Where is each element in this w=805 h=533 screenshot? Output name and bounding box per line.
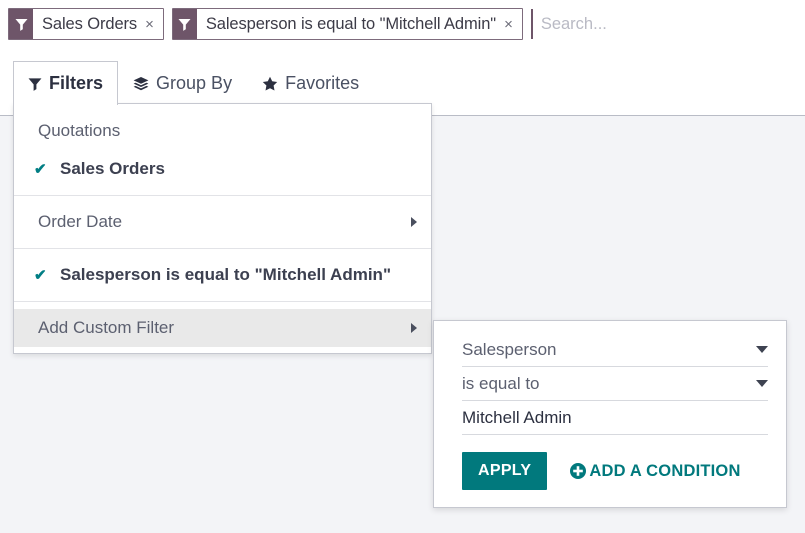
chevron-right-icon [411,323,417,333]
menu-item-label: Salesperson is equal to "Mitchell Admin" [60,265,391,285]
star-icon [262,76,278,92]
tab-label: Favorites [285,73,359,94]
tab-group-by[interactable]: Group By [118,61,247,105]
custom-filter-actions: APPLY ADD A CONDITION [462,452,768,490]
menu-item-order-date[interactable]: Order Date [14,203,431,241]
search-facet-label: Sales Orders [33,9,143,39]
tab-label: Filters [49,73,103,94]
custom-filter-field-select[interactable] [462,340,748,360]
tab-filters[interactable]: Filters [13,61,118,105]
filters-dropdown-menu: Quotations ✔ Sales Orders Order Date ✔ S… [13,103,432,354]
menu-item-label: Add Custom Filter [38,318,174,338]
search-input-wrapper[interactable] [531,9,805,39]
custom-filter-value-row[interactable] [462,401,768,435]
search-facet-remove-icon[interactable]: × [143,9,163,39]
filter-icon [173,9,197,39]
menu-divider [14,195,431,196]
layers-icon [133,76,149,92]
custom-filter-operator-row[interactable] [462,367,768,401]
menu-divider [14,248,431,249]
menu-divider [14,301,431,302]
filter-icon [9,9,33,39]
add-a-condition-label: ADD A CONDITION [589,462,740,481]
search-input[interactable] [541,15,805,34]
search-panel-tabs: Filters Group By Favorites [13,59,374,105]
check-icon: ✔ [34,162,47,177]
menu-item-label: Quotations [38,121,120,141]
menu-item-quotations[interactable]: Quotations [14,112,431,150]
add-custom-filter-panel: APPLY ADD A CONDITION [433,320,787,508]
search-facet-sales-orders[interactable]: Sales Orders × [8,8,164,40]
search-bar: Sales Orders × Salesperson is equal to "… [0,0,805,48]
menu-item-label: Order Date [38,212,122,232]
menu-item-salesperson-filter[interactable]: ✔ Salesperson is equal to "Mitchell Admi… [14,256,431,294]
filter-icon [28,77,42,91]
menu-item-add-custom-filter[interactable]: Add Custom Filter [14,309,431,347]
search-facet-salesperson[interactable]: Salesperson is equal to "Mitchell Admin"… [172,8,523,40]
custom-filter-operator-select[interactable] [462,374,748,394]
custom-filter-field-row[interactable] [462,333,768,367]
chevron-down-icon [756,346,768,353]
tab-favorites[interactable]: Favorites [247,61,374,105]
check-icon: ✔ [34,268,47,283]
search-facet-label: Salesperson is equal to "Mitchell Admin" [197,9,502,39]
chevron-down-icon [756,380,768,387]
chevron-right-icon [411,217,417,227]
add-a-condition-button[interactable]: ADD A CONDITION [569,462,740,481]
menu-item-sales-orders[interactable]: ✔ Sales Orders [14,150,431,188]
apply-button[interactable]: APPLY [462,452,547,490]
custom-filter-value-input[interactable] [462,408,768,428]
search-facet-remove-icon[interactable]: × [502,9,522,39]
tab-label: Group By [156,73,232,94]
plus-circle-icon [569,462,587,480]
menu-item-label: Sales Orders [60,159,165,179]
